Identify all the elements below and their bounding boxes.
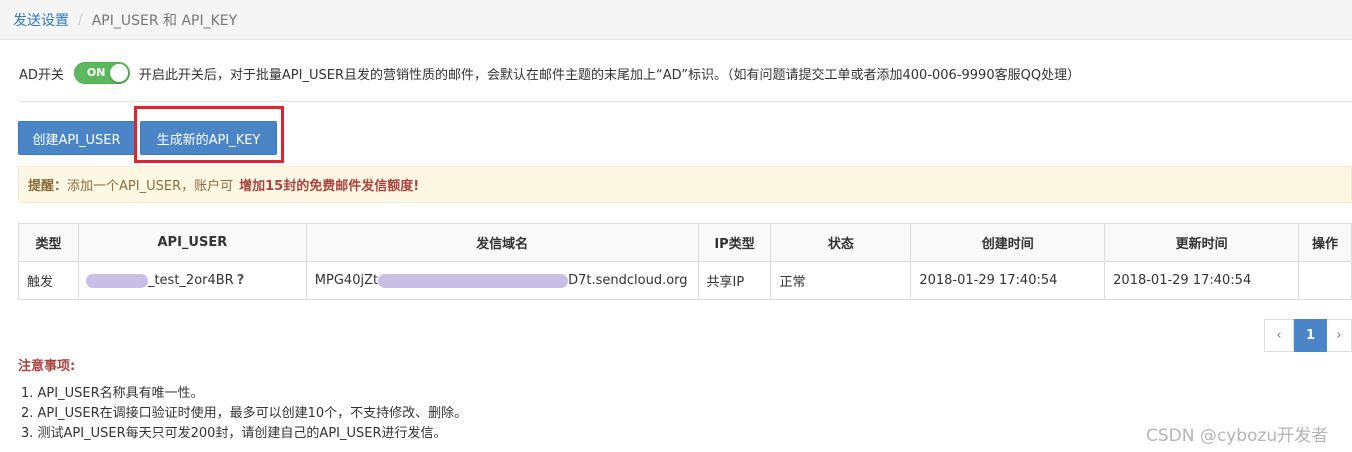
highlight-annotation-box [134, 106, 284, 163]
page-prev-button[interactable]: ‹ [1264, 319, 1294, 352]
cell-domain: MPG40jZt D7t.sendcloud.org [305, 261, 699, 300]
alert-text: 添加一个API_USER，账户可 [67, 179, 234, 194]
notes-title: 注意事项: [18, 359, 76, 374]
api-user-table: 类型 API_USER 发信域名 IP类型 状态 创建时间 更新时间 操作 触发… [18, 223, 1352, 300]
header-status: 状态 [770, 223, 912, 262]
cell-api-user: _test_2or4BR? [77, 261, 307, 300]
breadcrumb-link-send-settings[interactable]: 发送设置 [13, 10, 69, 30]
header-ops: 操作 [1297, 223, 1352, 262]
page-next-button[interactable]: › [1327, 319, 1352, 352]
divider [19, 101, 1352, 102]
table-row: 触发 _test_2or4BR? MPG40jZt D7t.sendcloud.o… [18, 261, 1352, 300]
help-icon[interactable]: ? [237, 273, 245, 288]
breadcrumb: 发送设置 / API_USER 和 API_KEY [0, 0, 1352, 40]
header-api-user: API_USER [77, 223, 307, 262]
cell-api-user-suffix: _test_2or4BR [147, 273, 234, 288]
cell-domain-prefix: MPG40jZt [314, 273, 379, 288]
alert-strong: 增加15封的免费邮件发信额度! [239, 179, 420, 194]
cell-type: 触发 [18, 261, 79, 300]
header-domain: 发信域名 [305, 223, 699, 262]
ad-toggle[interactable]: ON [73, 62, 130, 84]
breadcrumb-separator: / [78, 11, 83, 28]
cell-ip-type: 共享IP [697, 261, 772, 300]
reminder-alert: 提醒： 添加一个API_USER，账户可 增加15封的免费邮件发信额度! [18, 166, 1352, 203]
header-created: 创建时间 [910, 223, 1106, 262]
cell-updated: 2018-01-29 17:40:54 [1104, 261, 1299, 300]
alert-prefix: 提醒： [28, 179, 68, 194]
ad-switch-description: 开启此开关后，对于批量API_USER且发的营销性质的邮件，会默认在邮件主题的末… [138, 67, 1081, 83]
cell-ops [1297, 261, 1352, 300]
toggle-knob [109, 64, 128, 82]
breadcrumb-current: API_USER 和 API_KEY [91, 12, 238, 29]
notes-item: 1. API_USER名称具有唯一性。 [21, 386, 204, 401]
notes-list: 1. API_USER名称具有唯一性。 2. API_USER在调接口验证时使用… [21, 385, 467, 445]
ad-switch-label: AD开关 [19, 67, 64, 83]
table-header-row: 类型 API_USER 发信域名 IP类型 状态 创建时间 更新时间 操作 [18, 223, 1352, 262]
toggle-on-text: ON [86, 66, 106, 79]
create-api-user-button[interactable]: 创建API_USER [18, 121, 135, 155]
ad-switch-row: AD开关 ON 开启此开关后，对于批量API_USER且发的营销性质的邮件，会默… [19, 60, 1080, 86]
header-type: 类型 [18, 223, 79, 262]
watermark: CSDN @cybozu开发者 [1146, 426, 1329, 446]
notes-item: 3. 测试API_USER每天只可发200封，请创建自己的API_USER进行发… [21, 426, 447, 441]
pagination: ‹ 1 › [1264, 319, 1352, 352]
cell-domain-suffix: D7t.sendcloud.org [568, 273, 688, 288]
cell-created: 2018-01-29 17:40:54 [910, 261, 1106, 300]
cell-status: 正常 [770, 261, 912, 300]
redacted-mark [85, 273, 148, 288]
page-1-button[interactable]: 1 [1294, 319, 1327, 352]
notes-item: 2. API_USER在调接口验证时使用，最多可以创建10个，不支持修改、删除。 [21, 406, 468, 421]
header-ip-type: IP类型 [697, 223, 772, 262]
redacted-mark [378, 273, 569, 288]
header-updated: 更新时间 [1104, 223, 1299, 262]
